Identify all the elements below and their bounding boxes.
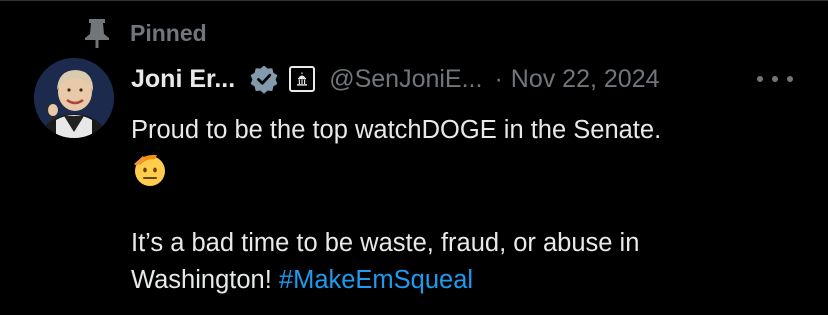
author-handle[interactable]: @SenJoniE... [329, 65, 482, 94]
saluting-face-emoji-icon [134, 154, 165, 186]
verified-badge-icon[interactable] [249, 64, 279, 94]
avatar-photo [34, 58, 114, 138]
capitol-building-icon [297, 72, 308, 86]
tweet-date[interactable]: Nov 22, 2024 [511, 65, 660, 94]
tweet-emoji-line [131, 149, 811, 189]
top-divider [0, 0, 828, 1]
tweet-line-3-text: Washington! [131, 266, 279, 294]
tweet-line-3: Washington! #MakeEmSqueal [131, 262, 811, 299]
pinned-label: Pinned [130, 19, 207, 46]
tweet-header: Joni Er... @SenJoniE... · Nov 22, 2024 [131, 62, 660, 96]
tweet-line-1: Proud to be the top watchDOGE in the Sen… [131, 116, 662, 144]
hashtag-link[interactable]: #MakeEmSqueal [279, 266, 473, 294]
tweet-text: Proud to be the top watchDOGE in the Sen… [131, 112, 811, 299]
more-dot [787, 76, 793, 82]
pin-icon [85, 19, 109, 48]
more-dot [772, 76, 778, 82]
tweet-line-2: It’s a bad time to be waste, fraud, or a… [131, 229, 640, 257]
avatar[interactable] [34, 58, 114, 138]
government-affiliation-badge[interactable] [289, 66, 316, 92]
more-dot [757, 76, 763, 82]
more-options-icon[interactable] [757, 66, 793, 92]
meta-separator: · [494, 64, 503, 93]
author-display-name[interactable]: Joni Er... [131, 65, 235, 94]
pinned-indicator: Pinned [84, 18, 207, 48]
